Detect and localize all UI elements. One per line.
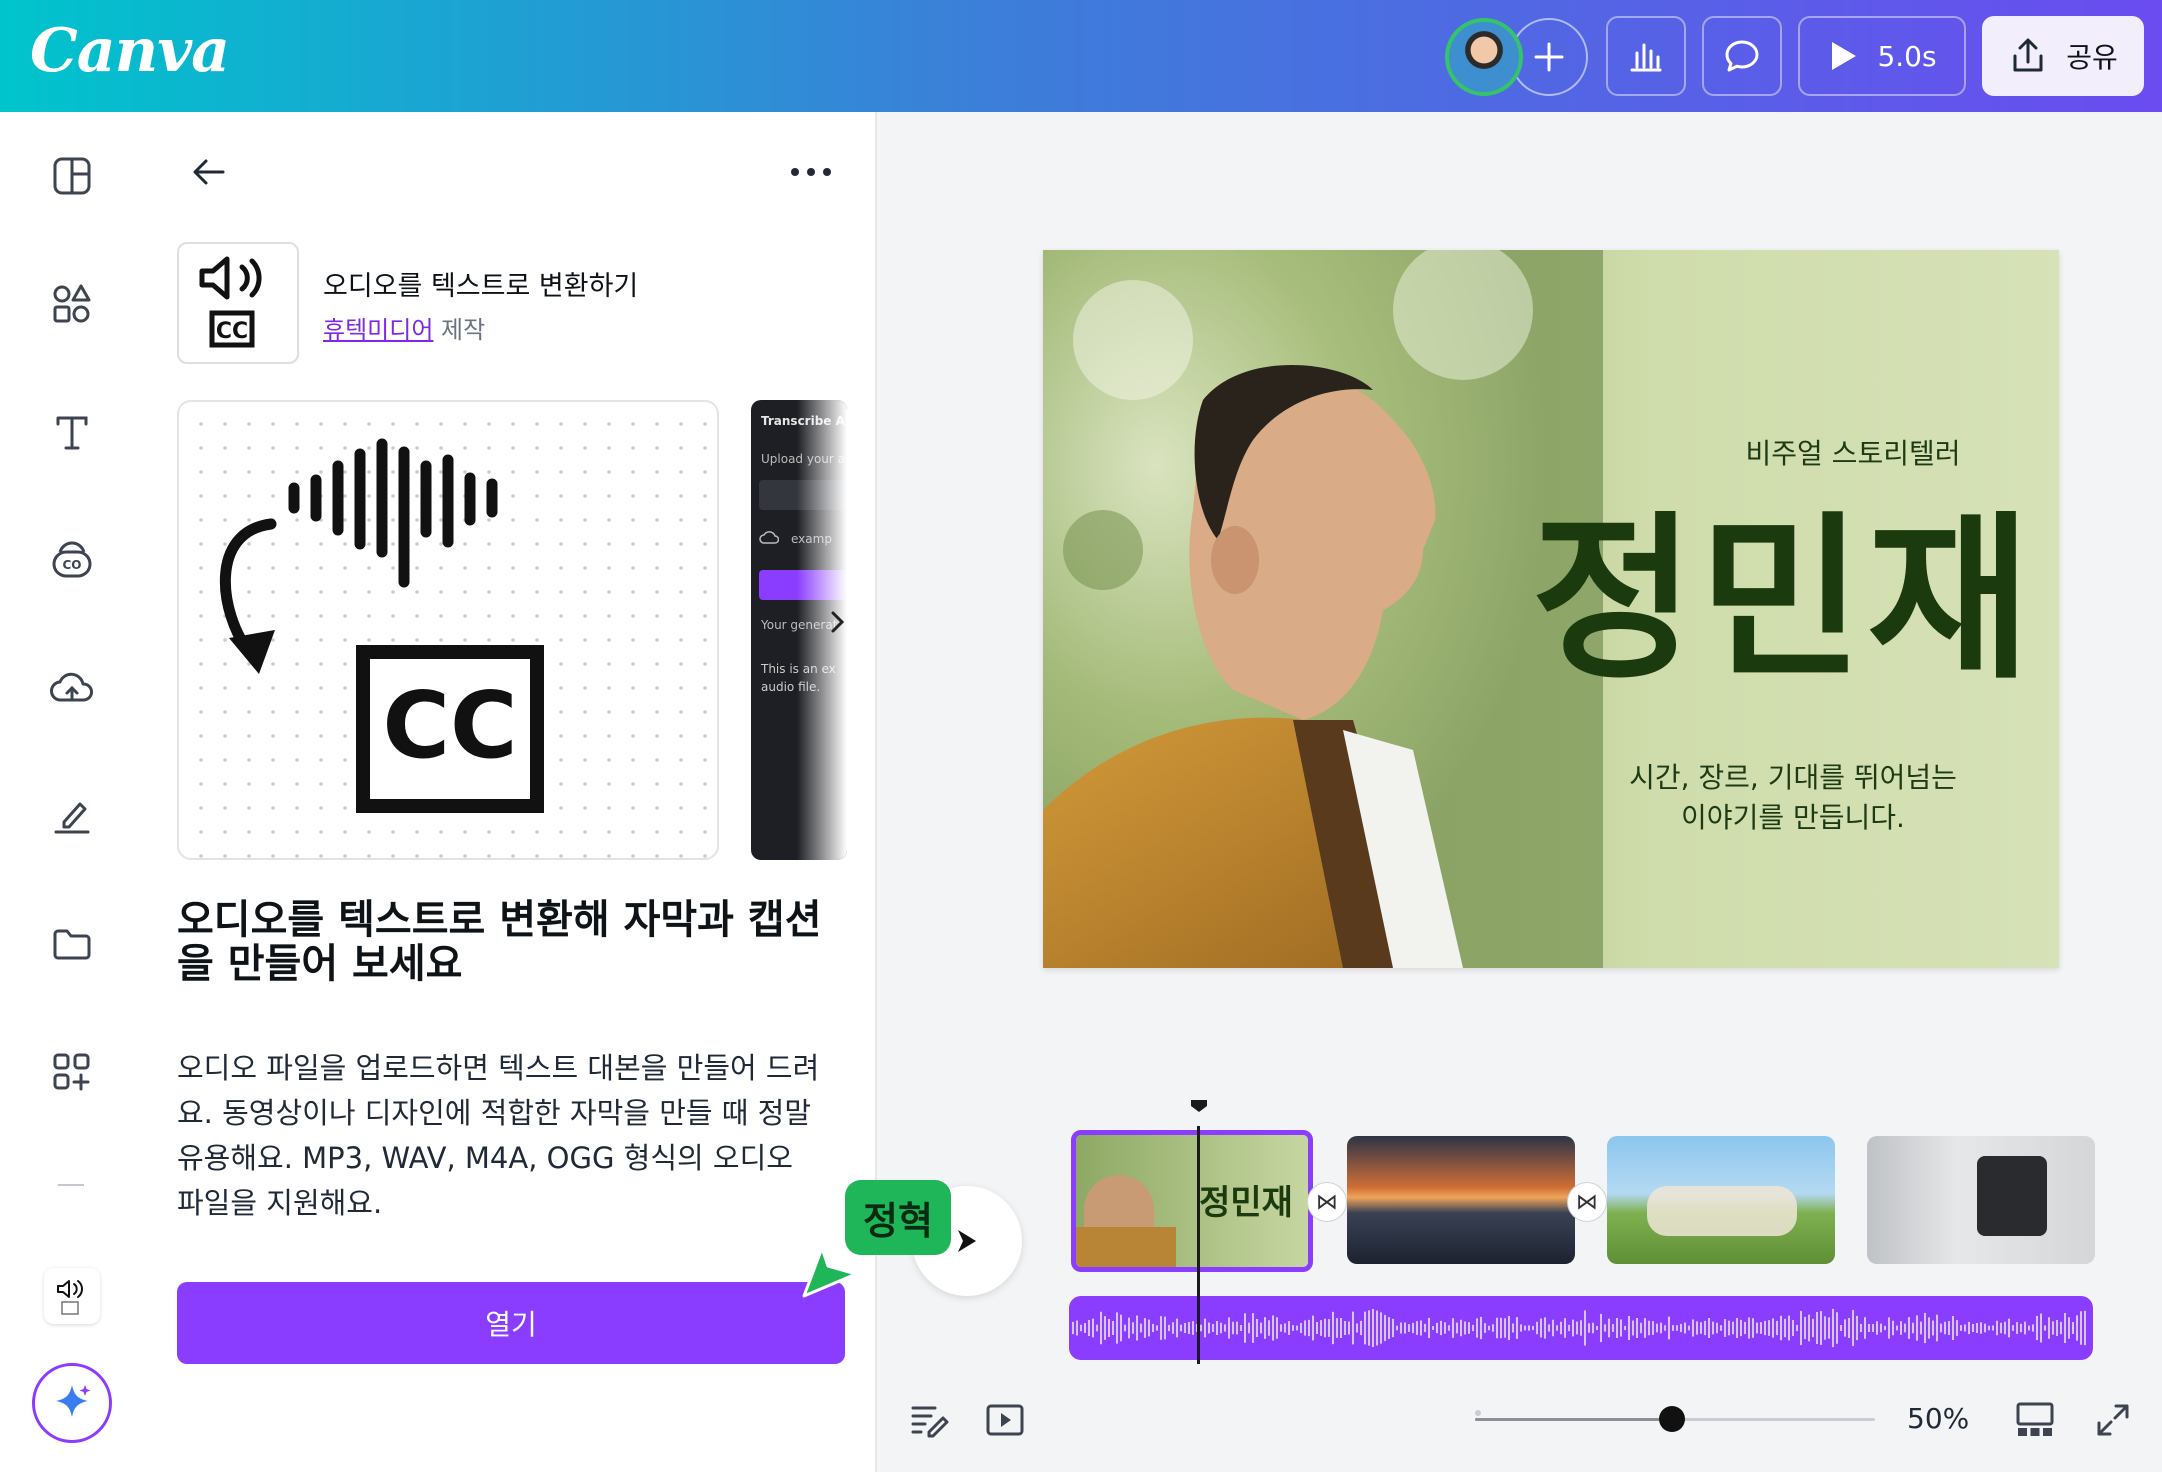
rail-apps-button[interactable] [48, 1048, 96, 1096]
share-upload-icon [2013, 38, 2043, 72]
maker-link[interactable]: 휴텍미디어 [323, 316, 433, 344]
rail-text-button[interactable] [48, 408, 96, 456]
rail-design-button[interactable] [48, 152, 96, 200]
thumb3-people [1647, 1186, 1797, 1236]
fullscreen-button[interactable] [2091, 1398, 2135, 1442]
rail-uploads-button[interactable] [48, 664, 96, 712]
app-panel: CC 오디오를 텍스트로 변환하기 휴텍미디어 제작 CC Transcri [145, 112, 877, 1472]
rail-draw-button[interactable] [48, 792, 96, 840]
notes-button[interactable] [907, 1398, 951, 1442]
slide-name[interactable]: 정민재 [1503, 500, 2059, 700]
plus-icon [1534, 42, 1564, 72]
sparkle-icon [56, 1385, 91, 1417]
maker-suffix: 제작 [433, 316, 486, 344]
layout-icon [53, 157, 91, 195]
arrow-right-icon [958, 1230, 976, 1252]
audio-track[interactable] [1069, 1296, 2093, 1360]
zoom-percentage[interactable]: 50% [1907, 1402, 1969, 1435]
play-duration: 5.0s [1877, 39, 1937, 73]
canvas-area: 비주얼 스토리텔러 정민재 시간, 장르, 기대를 뛰어넘는 이야기를 만듭니다… [877, 112, 2162, 1472]
rail-active-app-button[interactable] [44, 1268, 100, 1324]
transition-icon: ⋈ [1316, 1189, 1338, 1215]
ellipsis-icon [791, 168, 831, 176]
audio-caption-icon: CC [199, 256, 262, 348]
svg-text:CC: CC [216, 319, 248, 344]
cloud-upload-icon [50, 672, 93, 702]
apps-grid-icon [53, 1053, 90, 1091]
back-button[interactable] [189, 152, 229, 196]
audio-waveform [1072, 1308, 2086, 1348]
thumb2-sunset [1347, 1136, 1575, 1264]
timeline-page-2[interactable] [1347, 1136, 1575, 1264]
timeline-page-4[interactable] [1867, 1136, 2095, 1264]
zoom-slider-min-dot [1475, 1410, 1481, 1416]
user-avatar[interactable] [1445, 18, 1523, 96]
rail-divider [58, 1184, 84, 1186]
top-bar: Canva 5.0s 공유 [0, 0, 2162, 112]
folder-icon [53, 929, 91, 960]
more-options-button[interactable] [789, 160, 833, 188]
grid-view-button[interactable] [2013, 1398, 2057, 1442]
app-title: 오디오를 텍스트로 변환하기 [323, 271, 639, 302]
open-button-label: 열기 [485, 1308, 537, 1341]
app-description: 오디오 파일을 업로드하면 텍스트 대본을 만들어 드려요. 동영상이나 디자인… [177, 1051, 820, 1220]
slide-subtitle[interactable]: 비주얼 스토리텔러 [1643, 432, 2059, 472]
svg-text:CO: CO [62, 558, 81, 572]
comment-icon [1725, 40, 1759, 72]
transition-button-1[interactable]: ⋈ [1307, 1182, 1347, 1222]
collaborator-cursor-icon [802, 1246, 858, 1298]
expand-icon [2097, 1404, 2129, 1436]
design-slide[interactable]: 비주얼 스토리텔러 정민재 시간, 장르, 기대를 뛰어넘는 이야기를 만듭니다… [1043, 250, 2059, 968]
playhead-marker-icon [1191, 1100, 1207, 1112]
play-icon [1832, 42, 1857, 70]
zoom-slider-thumb[interactable] [1659, 1406, 1685, 1432]
timeline-page-1[interactable]: 정민재 [1071, 1130, 1313, 1272]
comments-button[interactable] [1702, 16, 1782, 96]
thumb4-camera [1977, 1156, 2047, 1236]
zoom-slider-fill [1475, 1418, 1675, 1421]
arrow-left-icon [193, 159, 225, 185]
app-logo: CC [177, 242, 299, 364]
thumb1-title: 정민재 [1199, 1183, 1293, 1223]
rail-elements-button[interactable] [48, 280, 96, 328]
canva-logo[interactable]: Canva [30, 16, 230, 86]
draw-pen-icon [54, 802, 90, 834]
insights-button[interactable] [1606, 16, 1686, 96]
text-icon [56, 416, 88, 450]
collaborator-name-tag: 정혁 [845, 1180, 951, 1255]
bar-chart-icon [1630, 43, 1662, 72]
app-maker: 휴텍미디어 제작 [323, 310, 485, 345]
transition-icon: ⋈ [1576, 1189, 1598, 1215]
thumb1-jacket [1076, 1227, 1176, 1267]
app-preview-image[interactable]: CC [177, 400, 719, 860]
slide-tagline-line-1: 시간, 장르, 기대를 뛰어넘는 [1629, 761, 1957, 794]
slide-tagline[interactable]: 시간, 장르, 기대를 뛰어넘는 이야기를 만듭니다. [1583, 758, 2003, 838]
app-headline: 오디오를 텍스트로 변환해 자막과 캡션을 만들어 보세요 [177, 897, 822, 987]
audio-caption-icon [57, 1280, 83, 1315]
rail-projects-button[interactable] [48, 920, 96, 968]
rail-brand-button[interactable]: CO [48, 536, 96, 584]
notes-pen-icon [911, 1406, 949, 1438]
side-rail: CO [0, 112, 145, 1472]
present-play-icon [986, 1404, 1024, 1436]
open-button[interactable]: 열기 [177, 1282, 845, 1364]
chevron-right-icon [831, 611, 845, 633]
playhead[interactable] [1197, 1126, 1200, 1364]
brand-icon: CO [52, 541, 92, 578]
share-label: 공유 [2066, 41, 2118, 74]
audio-to-caption-illustration: CC [220, 438, 544, 813]
play-button[interactable]: 5.0s [1798, 16, 1966, 96]
slide-tagline-line-2: 이야기를 만듭니다. [1681, 801, 1905, 834]
magic-ai-button[interactable] [32, 1363, 112, 1443]
preview-cloud-icon [759, 531, 779, 544]
grid-view-icon [2016, 1402, 2054, 1436]
transition-button-2[interactable]: ⋈ [1567, 1182, 1607, 1222]
app-preview-screenshot[interactable]: Transcribe A Upload your a examp Your ge… [751, 400, 847, 860]
share-button[interactable]: 공유 [1982, 16, 2144, 96]
svg-text:CC: CC [382, 672, 517, 779]
present-button[interactable] [983, 1398, 1027, 1442]
shapes-icon [53, 284, 91, 323]
timeline-page-3[interactable] [1607, 1136, 1835, 1264]
